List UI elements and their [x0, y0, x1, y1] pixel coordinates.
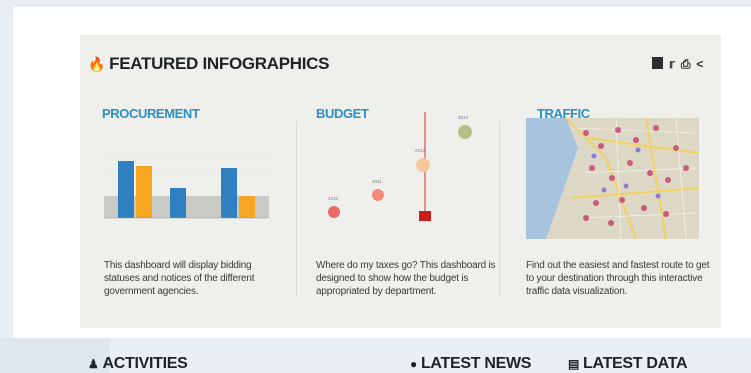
procurement-bar: [239, 196, 255, 218]
featured-title-text: FEATURED INFOGRAPHICS: [109, 54, 330, 73]
latest-data-heading[interactable]: ▤ LATEST DATA: [568, 355, 688, 373]
twitter-icon[interactable]: 𝕣: [669, 57, 675, 71]
procurement-bar: [221, 168, 237, 218]
procurement-description: This dashboard will display bidding stat…: [104, 260, 255, 297]
activities-heading[interactable]: ♟ ACTIVITIES: [88, 355, 188, 373]
people-icon: ♟: [88, 357, 99, 371]
featured-title: 🔥 FEATURED INFOGRAPHICS: [88, 54, 330, 74]
card-divider: [296, 121, 297, 297]
budget-year-label: 2010: [328, 196, 339, 201]
latest-news-label: LATEST NEWS: [420, 355, 532, 372]
latest-news-heading[interactable]: ● LATEST NEWS: [410, 355, 531, 373]
procurement-bar: [136, 166, 152, 218]
traffic-description: Find out the easiest and fastest route t…: [526, 260, 710, 297]
globe-icon: ●: [410, 357, 417, 371]
latest-data-label: LATEST DATA: [583, 355, 688, 372]
procurement-bar: [170, 188, 186, 218]
frame-left: [0, 0, 13, 373]
frame-top: [0, 0, 751, 7]
chart-icon: ▤: [568, 357, 580, 371]
procurement-chart[interactable]: [104, 148, 274, 233]
facebook-icon[interactable]: f: [652, 57, 663, 71]
share-icon[interactable]: <: [696, 57, 703, 71]
budget-year-label: 2011: [372, 179, 382, 184]
procurement-bar: [118, 161, 134, 218]
share-toolbar: f 𝕣 ⎙ <: [652, 57, 703, 71]
budget-year-label: 2012: [415, 148, 426, 153]
card-title-traffic[interactable]: TRAFFIC: [537, 106, 590, 121]
card-title-procurement[interactable]: PROCUREMENT: [102, 106, 200, 121]
activities-label: ACTIVITIES: [102, 355, 188, 372]
card-divider: [499, 121, 500, 297]
print-icon[interactable]: ⎙: [681, 57, 691, 71]
traffic-map[interactable]: [526, 118, 699, 239]
budget-year-label: 2013: [458, 115, 469, 120]
flame-icon: 🔥: [88, 56, 106, 72]
budget-description: Where do my taxes go? This dashboard is …: [316, 260, 496, 297]
budget-chart[interactable]: 2010 2011 2012 2013: [318, 112, 493, 232]
